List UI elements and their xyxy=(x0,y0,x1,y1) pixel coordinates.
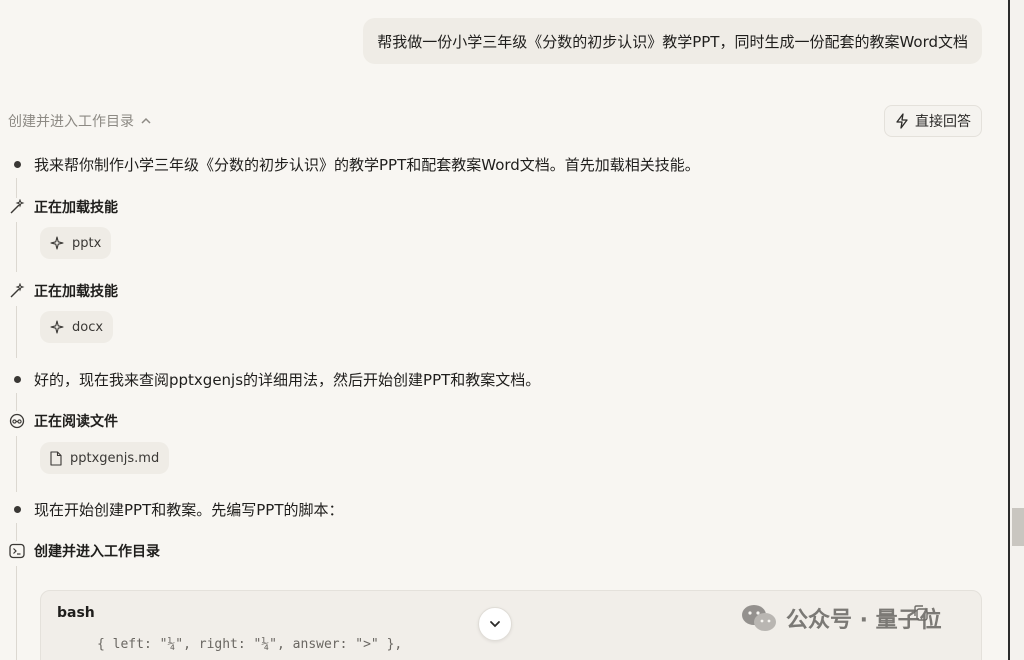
skill-chip-label: pptx xyxy=(72,235,102,251)
direct-answer-label: 直接回答 xyxy=(915,114,971,130)
timeline-rail xyxy=(16,523,17,541)
code-language-label: bash xyxy=(57,605,95,621)
user-message-text: 帮我做一份小学三年级《分数的初步认识》教学PPT，同时生成一份配套的教案Word… xyxy=(377,32,968,51)
direct-answer-button[interactable]: 直接回答 xyxy=(884,105,982,137)
timeline-rail xyxy=(16,436,17,492)
chevron-down-icon xyxy=(490,621,500,628)
bullet-dot-icon xyxy=(13,160,21,168)
step-command: 创建并进入工作目录 xyxy=(0,540,160,562)
wechat-icon xyxy=(742,605,776,631)
step-read-file-title: 正在阅读文件 xyxy=(34,414,118,430)
step-load-skill-1: 正在加载技能 xyxy=(0,196,118,218)
watermark: 公众号 · 量子位 xyxy=(740,602,942,634)
user-message-bubble: 帮我做一份小学三年级《分数的初步认识》教学PPT，同时生成一份配套的教案Word… xyxy=(363,18,982,64)
magic-wand-icon xyxy=(10,283,25,298)
terminal-icon xyxy=(9,543,25,559)
task-group-label: 创建并进入工作目录 xyxy=(8,114,134,130)
scroll-to-bottom-button[interactable] xyxy=(478,607,512,641)
right-side-panel xyxy=(1008,0,1024,660)
sparkle-icon xyxy=(50,320,64,334)
chevron-up-icon xyxy=(141,117,151,124)
lightning-icon xyxy=(896,113,908,129)
step-load-skill-2: 正在加载技能 xyxy=(0,280,118,302)
sparkle-icon xyxy=(50,236,64,250)
skill-chip-docx[interactable]: docx xyxy=(40,311,114,343)
step-load-skill-1-title: 正在加载技能 xyxy=(34,200,118,216)
watermark-text: 公众号 · 量子位 xyxy=(786,608,942,633)
bullet-dot-icon xyxy=(13,375,21,383)
step-message-3-text: 现在开始创建PPT和教案。先编写PPT的脚本： xyxy=(34,500,344,519)
side-panel-highlight xyxy=(1012,508,1024,546)
step-read-file: 正在阅读文件 xyxy=(0,410,118,432)
step-message-2: 好的，现在我来查阅pptxgenjs的详细用法，然后开始创建PPT和教案文档。 xyxy=(0,367,540,391)
step-intro: 我来帮你制作小学三年级《分数的初步认识》的教学PPT和配套教案Word文档。首先… xyxy=(0,152,700,176)
step-load-skill-2-title: 正在加载技能 xyxy=(34,284,118,300)
timeline-rail xyxy=(16,178,17,198)
timeline-rail xyxy=(16,566,17,660)
timeline-rail xyxy=(16,393,17,411)
step-message-3: 现在开始创建PPT和教案。先编写PPT的脚本： xyxy=(0,497,344,521)
magic-wand-icon xyxy=(10,199,25,214)
file-icon xyxy=(50,450,62,466)
code-line: { left: "¼", right: "¼", answer: ">" }, xyxy=(97,637,403,652)
timeline-rail xyxy=(16,222,17,272)
file-chip-pptxgenjs[interactable]: pptxgenjs.md xyxy=(40,442,170,474)
step-command-title: 创建并进入工作目录 xyxy=(34,544,160,560)
skill-chip-pptx[interactable]: pptx xyxy=(40,227,112,259)
step-intro-text: 我来帮你制作小学三年级《分数的初步认识》的教学PPT和配套教案Word文档。首先… xyxy=(34,155,700,174)
task-group-header[interactable]: 创建并进入工作目录 xyxy=(8,111,152,131)
file-chip-label: pptxgenjs.md xyxy=(70,450,160,466)
bullet-dot-icon xyxy=(13,505,21,513)
step-message-2-text: 好的，现在我来查阅pptxgenjs的详细用法，然后开始创建PPT和教案文档。 xyxy=(34,370,541,389)
glasses-icon xyxy=(9,413,25,429)
skill-chip-label: docx xyxy=(72,319,104,335)
chat-area: 帮我做一份小学三年级《分数的初步认识》教学PPT，同时生成一份配套的教案Word… xyxy=(0,0,1008,660)
timeline-rail xyxy=(16,306,17,358)
